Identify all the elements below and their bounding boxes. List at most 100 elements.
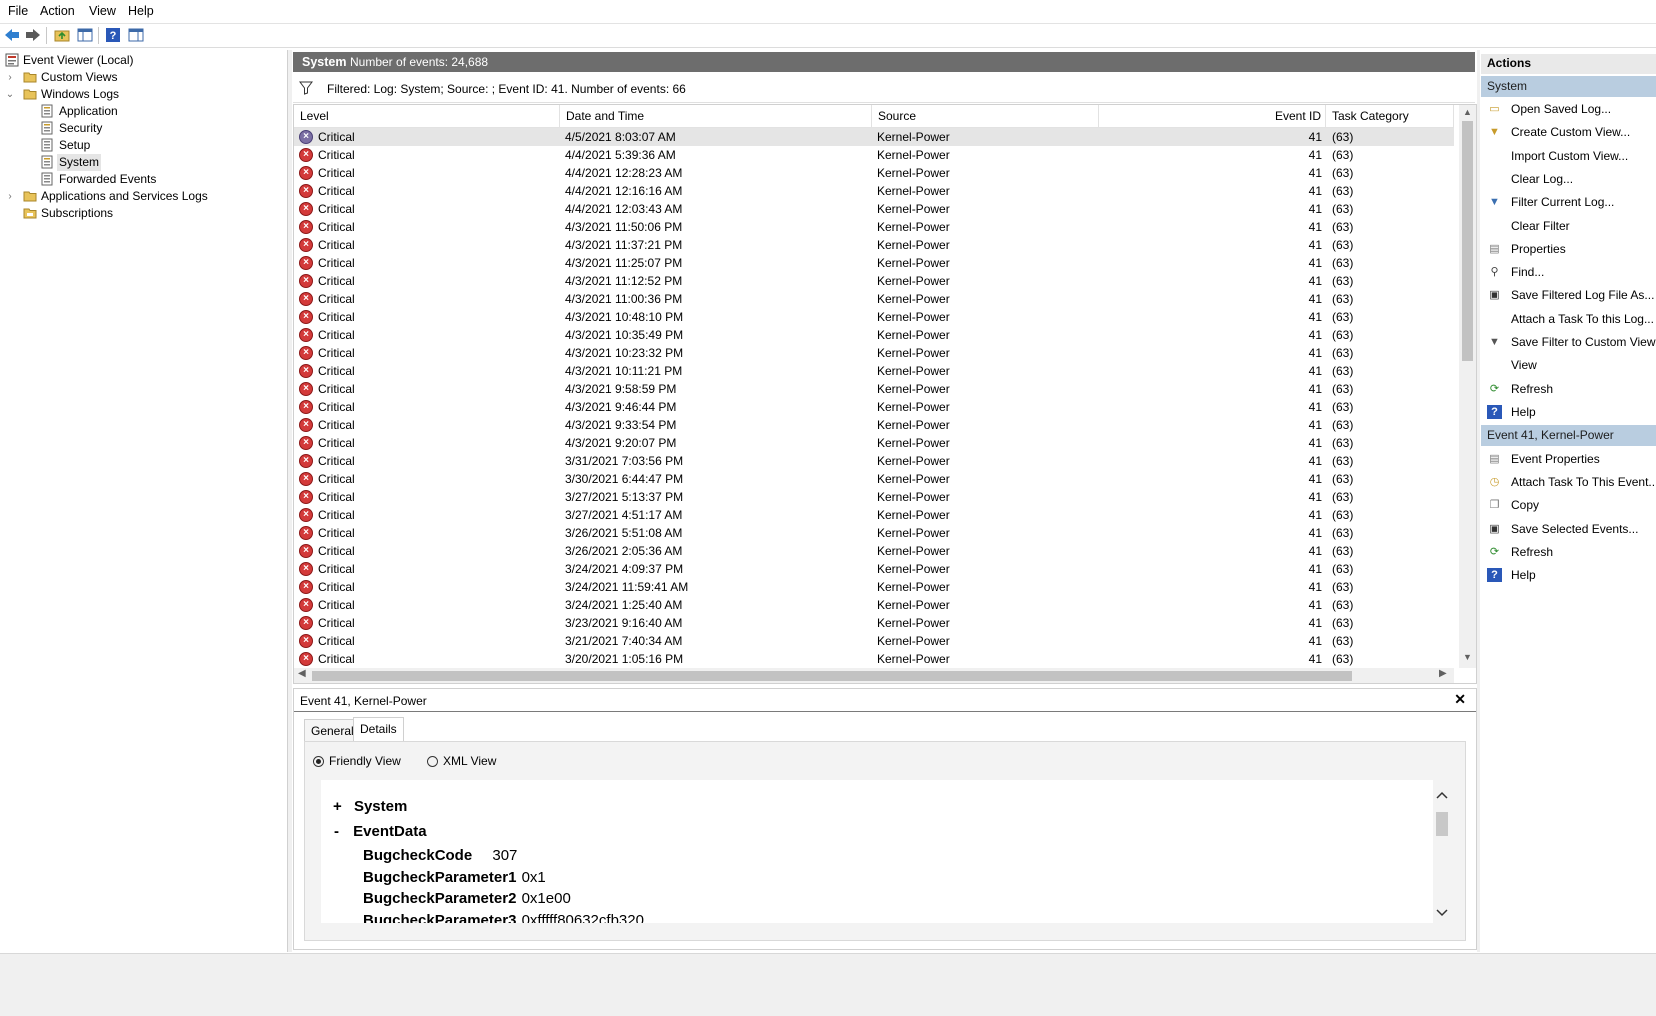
chevron-right-icon[interactable]: › [5,69,15,86]
table-row[interactable]: × Critical 4/3/2021 10:23:32 PM Kernel-Powe… [294,344,1454,362]
action-item[interactable]: Clear Filter [1481,216,1656,236]
table-row[interactable]: × Critical 3/23/2021 9:16:40 AM Kernel-Powe… [294,614,1454,632]
table-row[interactable]: × Critical 3/21/2021 7:40:34 AM Kernel-Powe… [294,632,1454,650]
scroll-down-icon[interactable]: ▼ [1462,652,1473,666]
table-row[interactable]: × Critical 3/26/2021 5:51:08 AM Kernel-Powe… [294,524,1454,542]
close-icon[interactable]: ✕ [1454,691,1466,708]
scroll-left-icon[interactable]: ◀ [298,668,306,679]
table-row[interactable]: × Critical 4/4/2021 12:03:43 AM Kernel-Powe… [294,200,1454,218]
action-item[interactable]: ◷ Attach Task To This Event... [1481,472,1656,492]
table-row[interactable]: × Critical 3/31/2021 7:03:56 PM Kernel-Powe… [294,452,1454,470]
table-row[interactable]: × Critical 4/3/2021 10:11:21 PM Kernel-Powe… [294,362,1454,380]
action-item[interactable]: ▣ Save Filtered Log File As... [1481,285,1656,305]
action-item[interactable]: ▭ Open Saved Log... [1481,99,1656,119]
forward-arrow-icon[interactable] [24,26,42,44]
table-row[interactable]: × Critical 4/3/2021 11:00:36 PM Kernel-Powe… [294,290,1454,308]
xml-view-radio[interactable]: XML View [427,754,496,768]
scroll-up-icon[interactable]: ▲ [1462,107,1473,121]
action-item[interactable]: ? Help [1481,565,1656,585]
back-arrow-icon[interactable] [3,26,21,44]
table-row[interactable]: × Critical 4/3/2021 11:50:06 PM Kernel-Powe… [294,218,1454,236]
table-row[interactable]: × Critical 4/5/2021 8:03:07 AM Kernel-Power… [294,128,1454,146]
action-item[interactable]: Clear Log... [1481,169,1656,189]
details-scrollbar[interactable] [1435,790,1451,920]
table-row[interactable]: × Critical 3/24/2021 1:25:40 AM Kernel-Powe… [294,596,1454,614]
scroll-right-icon[interactable]: ▶ [1439,668,1447,679]
table-row[interactable]: × Critical 3/30/2021 6:44:47 PM Kernel-Powe… [294,470,1454,488]
table-row[interactable]: × Critical 4/4/2021 12:16:16 AM Kernel-Powe… [294,182,1454,200]
pane-splitter[interactable] [1477,50,1480,952]
expand-toggle[interactable]: + [333,798,342,815]
action-item[interactable]: Attach a Task To this Log... [1481,309,1656,329]
menu-help[interactable]: Help [128,4,154,18]
action-item[interactable]: ▣ Save Selected Events... [1481,519,1656,539]
table-row[interactable]: × Critical 3/26/2021 2:05:36 AM Kernel-Powe… [294,542,1454,560]
column-event-id[interactable]: Event ID [1099,105,1326,127]
action-item[interactable]: ▤ Properties [1481,239,1656,259]
tree-item-application[interactable]: Application [40,103,285,120]
horizontal-scrollbar[interactable]: ◀ ▶ [294,668,1454,683]
friendly-view-radio[interactable]: Friendly View [313,754,401,768]
chevron-down-icon[interactable]: ⌄ [5,86,15,103]
table-row[interactable]: × Critical 4/3/2021 11:25:07 PM Kernel-Powe… [294,254,1454,272]
table-row[interactable]: × Critical 3/20/2021 1:05:16 PM Kernel-Powe… [294,650,1454,668]
table-row[interactable]: × Critical 4/3/2021 9:46:44 PM Kernel-Power… [294,398,1454,416]
action-item[interactable]: ? Help [1481,402,1656,422]
column-level[interactable]: Level [294,105,560,127]
tree-item-system[interactable]: System [40,154,285,171]
action-item[interactable]: ▼ Create Custom View... [1481,122,1656,142]
actions-section-event[interactable]: Event 41, Kernel-Power [1481,425,1656,446]
tree-item-apps-services-logs[interactable]: › Applications and Services Logs [5,188,285,205]
tree-item-windows-logs[interactable]: ⌄ Windows Logs [5,86,285,103]
action-item[interactable]: ⚲ Find... [1481,262,1656,282]
action-item[interactable]: ▼ Filter Current Log... [1481,192,1656,212]
system-node[interactable]: + System [333,798,407,815]
action-item[interactable]: ⟳ Refresh [1481,379,1656,399]
tree-root[interactable]: Event Viewer (Local) [5,52,285,69]
scroll-thumb[interactable] [1436,812,1448,836]
table-row[interactable]: × Critical 4/4/2021 5:39:36 AM Kernel-Power… [294,146,1454,164]
tree-item-security[interactable]: Security [40,120,285,137]
column-date-time[interactable]: Date and Time [560,105,872,127]
action-item[interactable]: Import Custom View... [1481,146,1656,166]
table-row[interactable]: × Critical 4/3/2021 9:20:07 PM Kernel-Power… [294,434,1454,452]
table-row[interactable]: × Critical 3/24/2021 4:09:37 PM Kernel-Powe… [294,560,1454,578]
table-row[interactable]: × Critical 4/3/2021 9:58:59 PM Kernel-Power… [294,380,1454,398]
menu-file[interactable]: File [8,4,28,18]
action-item[interactable]: View [1481,355,1656,375]
scroll-thumb[interactable] [312,671,1352,681]
folder-up-icon[interactable] [53,26,71,44]
action-item[interactable]: ▤ Event Properties [1481,449,1656,469]
action-item[interactable]: ⟳ Refresh [1481,542,1656,562]
chevron-down-icon[interactable] [1436,908,1448,918]
tree-item-custom-views[interactable]: › Custom Views [5,69,285,86]
table-row[interactable]: × Critical 4/3/2021 11:37:21 PM Kernel-Powe… [294,236,1454,254]
table-row[interactable]: × Critical 4/3/2021 11:12:52 PM Kernel-Powe… [294,272,1454,290]
column-task-category[interactable]: Task Category [1326,105,1454,127]
table-row[interactable]: × Critical 4/3/2021 10:35:49 PM Kernel-Powe… [294,326,1454,344]
actions-section-system[interactable]: System [1481,76,1656,97]
vertical-scrollbar[interactable]: ▲ ▼ [1459,105,1476,668]
action-item[interactable]: ▼ Save Filter to Custom View... [1481,332,1656,352]
collapse-toggle[interactable]: - [334,823,339,840]
tree-item-setup[interactable]: Setup [40,137,285,154]
table-row[interactable]: × Critical 3/27/2021 5:13:37 PM Kernel-Powe… [294,488,1454,506]
table-row[interactable]: × Critical 3/24/2021 11:59:41 AM Kernel-Pow… [294,578,1454,596]
table-row[interactable]: × Critical 4/3/2021 10:48:10 PM Kernel-Powe… [294,308,1454,326]
show-hide-tree-icon[interactable] [76,26,94,44]
help-icon[interactable]: ? [104,26,122,44]
tab-details[interactable]: Details [353,717,404,742]
table-row[interactable]: × Critical 4/4/2021 12:28:23 AM Kernel-Powe… [294,164,1454,182]
action-item[interactable]: ❐ Copy [1481,495,1656,515]
tree-item-forwarded-events[interactable]: Forwarded Events [40,171,285,188]
show-hide-action-pane-icon[interactable] [127,26,145,44]
column-source[interactable]: Source [872,105,1099,127]
chevron-right-icon[interactable]: › [5,188,15,205]
chevron-up-icon[interactable] [1436,790,1448,800]
table-row[interactable]: × Critical 3/27/2021 4:51:17 AM Kernel-Powe… [294,506,1454,524]
table-row[interactable]: × Critical 4/3/2021 9:33:54 PM Kernel-Power… [294,416,1454,434]
menu-view[interactable]: View [89,4,116,18]
menu-action[interactable]: Action [40,4,75,18]
eventdata-node[interactable]: - EventData [334,823,427,840]
scroll-thumb[interactable] [1462,121,1473,361]
